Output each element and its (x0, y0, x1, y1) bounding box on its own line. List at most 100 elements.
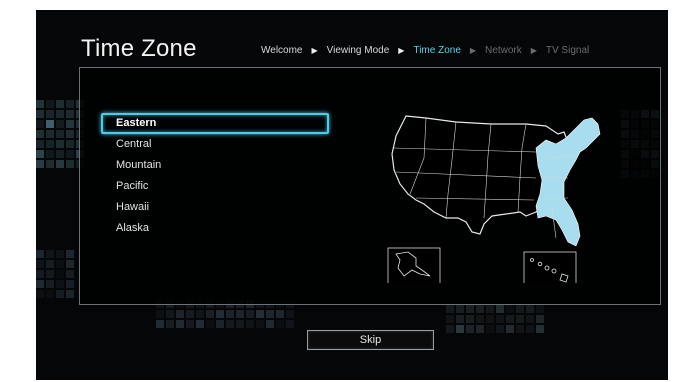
zone-option-alaska[interactable]: Alaska (101, 218, 329, 239)
background-tile (46, 120, 54, 128)
background-tile (36, 160, 44, 168)
background-tile (66, 160, 74, 168)
zone-option-central[interactable]: Central (101, 134, 329, 155)
zone-option-pacific[interactable]: Pacific (101, 176, 329, 197)
background-tile (506, 315, 514, 323)
background-tile (36, 280, 44, 288)
background-tile (46, 100, 54, 108)
background-tile (36, 130, 44, 138)
background-tile (516, 305, 524, 313)
background-tile (456, 315, 464, 323)
background-tile (266, 310, 274, 318)
background-tile (66, 140, 74, 148)
background-tile (66, 150, 74, 158)
setup-screen: Time Zone Welcome ▶ Viewing Mode ▶ Time … (36, 10, 668, 380)
background-tile (56, 260, 64, 268)
background-tile (526, 315, 534, 323)
background-tile (536, 315, 544, 323)
background-tile (166, 320, 174, 328)
step-time-zone: Time Zone (413, 45, 461, 56)
alaska-inset (387, 247, 441, 283)
background-tile (36, 150, 44, 158)
background-tile (156, 320, 164, 328)
background-tile (286, 310, 294, 318)
background-tile (216, 310, 224, 318)
background-tile (276, 310, 284, 318)
background-tile (46, 110, 54, 118)
background-tile (66, 260, 74, 268)
background-tile (506, 325, 514, 333)
background-tile (56, 120, 64, 128)
background-tile (46, 290, 54, 298)
background-tile (156, 310, 164, 318)
background-tile (456, 305, 464, 313)
background-tile (536, 305, 544, 313)
background-tile (196, 310, 204, 318)
background-tile (486, 315, 494, 323)
background-tile (56, 100, 64, 108)
zone-option-eastern[interactable]: Eastern (101, 113, 329, 134)
background-tile (516, 315, 524, 323)
step-tv-signal: TV Signal (545, 45, 590, 56)
background-tile (176, 310, 184, 318)
background-tile (56, 140, 64, 148)
background-tile (456, 325, 464, 333)
background-tile (56, 280, 64, 288)
background-tile (506, 305, 514, 313)
background-tile (36, 260, 44, 268)
step-network: Network (485, 45, 522, 56)
background-tile (476, 315, 484, 323)
background-tile (36, 120, 44, 128)
background-tile (226, 320, 234, 328)
background-tile (46, 260, 54, 268)
background-tile (36, 250, 44, 258)
zone-option-hawaii[interactable]: Hawaii (101, 197, 329, 218)
step-arrow-icon: ▶ (469, 46, 477, 55)
step-arrow-icon: ▶ (311, 46, 318, 55)
background-tile (46, 270, 54, 278)
background-tile (496, 305, 504, 313)
background-tile (56, 160, 64, 168)
background-tile (236, 320, 244, 328)
step-welcome: Welcome (261, 45, 303, 56)
zone-option-mountain[interactable]: Mountain (101, 155, 329, 176)
step-arrow-icon: ▶ (398, 46, 405, 55)
skip-button[interactable]: Skip (307, 330, 434, 350)
background-tile (496, 325, 504, 333)
background-tile (216, 320, 224, 328)
background-tile (166, 310, 174, 318)
background-tile (36, 270, 44, 278)
background-tile (56, 130, 64, 138)
background-tile (56, 250, 64, 258)
background-tile (186, 320, 194, 328)
background-tile (36, 290, 44, 298)
background-tile (56, 150, 64, 158)
background-tile (286, 320, 294, 328)
background-tile (466, 325, 474, 333)
background-tile (36, 100, 44, 108)
background-tile (206, 310, 214, 318)
wizard-breadcrumb: Welcome ▶ Viewing Mode ▶ Time Zone ▶ Net… (261, 45, 589, 56)
background-tile (496, 315, 504, 323)
step-arrow-icon: ▶ (530, 46, 537, 55)
background-tile (186, 310, 194, 318)
us-time-zone-map (387, 115, 601, 283)
background-tile (66, 120, 74, 128)
background-tile (516, 325, 524, 333)
background-tile (256, 320, 264, 328)
background-tile (66, 290, 74, 298)
background-tile (46, 150, 54, 158)
background-tile (466, 315, 474, 323)
background-tile (56, 290, 64, 298)
background-tile (36, 140, 44, 148)
background-tile (46, 130, 54, 138)
background-tile (266, 320, 274, 328)
background-tile (66, 250, 74, 258)
background-tile (46, 160, 54, 168)
background-tile (66, 110, 74, 118)
background-tile (246, 310, 254, 318)
background-tile (66, 130, 74, 138)
background-tile (66, 270, 74, 278)
page-title: Time Zone (81, 35, 197, 62)
background-tile (256, 310, 264, 318)
